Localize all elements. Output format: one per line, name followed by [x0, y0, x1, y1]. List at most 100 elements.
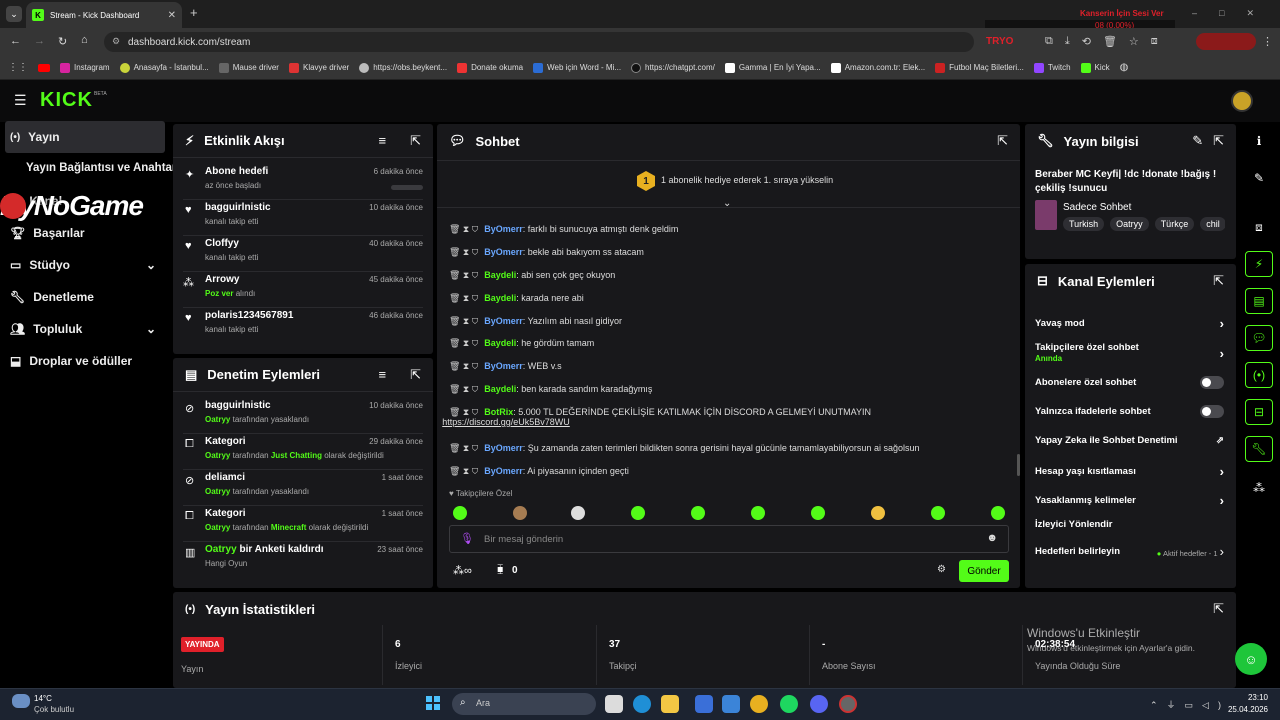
tag[interactable]: Turkish	[1063, 217, 1105, 231]
popout-icon[interactable]: ⇱	[1213, 273, 1224, 289]
toggle-switch[interactable]	[1200, 405, 1224, 418]
chat-message[interactable]: 🗑︎ ⧗ ⛉ Baydeli: karada nere abi	[449, 293, 1008, 304]
chat-message[interactable]: 🗑︎ ⧗ ⛉ Baydeli: ben karada sandım karadağ…	[449, 384, 1008, 395]
browser-tab[interactable]: K Stream - Kick Dashboard ✕	[26, 2, 182, 28]
chat-settings-icon[interactable]: ⚙	[937, 564, 946, 575]
bookmark-item[interactable]: Anasayfa - İstanbul...	[119, 62, 209, 73]
bookmark-item[interactable]: Kick	[1080, 62, 1110, 73]
chat-message[interactable]: 🗑︎ ⧗ ⛉ Baydeli: he gördüm tamam	[449, 338, 1008, 349]
bookmark-item[interactable]: Klavye driver	[288, 62, 349, 73]
emote[interactable]	[631, 506, 645, 520]
emote[interactable]	[871, 506, 885, 520]
chat-message[interactable]: 🗑︎ ⧗ ⛉ ByOmerr: bekle abi bakıyom ss atac…	[449, 247, 1008, 258]
mod-tools-icon[interactable]: 🗑︎ ⧗ ⛉	[449, 316, 478, 327]
mod-tools-icon[interactable]: 🗑︎ ⧗ ⛉	[449, 224, 478, 235]
mod-tools-icon[interactable]: 🗑︎ ⧗ ⛉	[449, 247, 478, 258]
chat-toggle-icon[interactable]: 💬︎	[1245, 325, 1273, 351]
mod-tools-icon[interactable]: 🗑︎ ⧗ ⛉	[449, 270, 478, 281]
translate-icon[interactable]: ⧈	[1151, 35, 1158, 48]
emote[interactable]	[931, 506, 945, 520]
popout-icon[interactable]: ⇱	[410, 133, 421, 149]
chat-username[interactable]: ByOmerr	[484, 316, 523, 326]
emote[interactable]	[571, 506, 585, 520]
apps-icon[interactable]: ⋮⋮	[8, 62, 28, 73]
task-view-icon[interactable]	[605, 695, 623, 713]
sidebar-item-studyo[interactable]: ▭ Stüdyo ⌄	[10, 258, 156, 272]
support-chat-icon[interactable]: ☺	[1235, 643, 1267, 675]
chat-username[interactable]: Baydeli	[484, 270, 516, 280]
points-toggle-icon[interactable]: ⁂	[1245, 475, 1273, 501]
reload-icon[interactable]: ↻	[58, 35, 67, 48]
chat-username[interactable]: BotRix	[484, 407, 513, 417]
setting-emote-only[interactable]: Yalnızca ifadelerle sohbet	[1035, 405, 1224, 418]
site-info-icon[interactable]: ⚙	[112, 36, 120, 47]
mail-icon[interactable]	[722, 695, 740, 713]
mod-tools-icon[interactable]: 🗑︎ ⧗ ⛉	[449, 338, 478, 349]
info-icon[interactable]: ℹ	[1245, 128, 1273, 154]
chat-username[interactable]: ByOmerr	[484, 224, 523, 234]
youtube-bookmark-icon[interactable]	[38, 63, 50, 72]
popout-icon[interactable]: ⇱	[997, 133, 1008, 149]
chat-username[interactable]: ByOmerr	[484, 466, 523, 476]
discord-icon[interactable]	[810, 695, 828, 713]
tag[interactable]: Oatryy	[1110, 217, 1149, 231]
system-tray-icons[interactable]: ⌃⏚▭◁)	[1150, 698, 1230, 711]
chat-username[interactable]: ByOmerr	[484, 443, 523, 453]
home-icon[interactable]: ⌂	[81, 34, 88, 46]
popout-icon[interactable]: ⇱	[1213, 133, 1224, 149]
bookmark-star-icon[interactable]: ☆	[1129, 35, 1139, 48]
close-tab-icon[interactable]: ✕	[168, 10, 176, 21]
channel-actions-toggle-icon[interactable]: ⊟	[1245, 399, 1273, 425]
setting-subscribers-only[interactable]: Abonelere özel sohbet	[1035, 376, 1224, 389]
setting-ai-moderation[interactable]: Yapay Zeka ile Sohbet Denetimi ⇗	[1035, 435, 1224, 446]
mod-tools-icon[interactable]: 🗑︎ ⧗ ⛉	[449, 293, 478, 304]
setting-banned-words[interactable]: Yasaklanmış kelimeler ›	[1035, 493, 1224, 508]
history-icon[interactable]: ⟲	[1082, 35, 1091, 48]
activity-feed-toggle-icon[interactable]: ⚡︎	[1245, 251, 1273, 277]
send-button[interactable]: Gönder	[959, 560, 1009, 582]
bookmark-item[interactable]: Web için Word - Mi...	[533, 62, 621, 73]
back-icon[interactable]: ←	[10, 35, 21, 47]
chat-message[interactable]: 🗑︎ ⧗ ⛉ ByOmerr: Yazılım abi nasıl gidiyor	[449, 316, 1008, 327]
bookmark-item[interactable]: Twitch	[1033, 62, 1071, 73]
browser-menu-icon[interactable]: ⋮	[1262, 35, 1273, 48]
chrome-icon[interactable]	[750, 695, 768, 713]
chat-message[interactable]: 🗑︎ ⧗ ⛉ ByOmerr: Şu zamanda zaten terimler…	[449, 443, 1008, 454]
profile-button[interactable]	[1196, 33, 1256, 50]
bookmark-item[interactable]: Donate okuma	[457, 62, 523, 73]
emote[interactable]	[991, 506, 1005, 520]
kick-logo[interactable]: KICK	[40, 89, 93, 112]
sidebar-item-basarilar[interactable]: 🏆︎ Başarılar	[10, 226, 85, 240]
setting-account-age[interactable]: Hesap yaşı kısıtlaması ›	[1035, 464, 1224, 479]
edit-pencil-icon[interactable]: ✎	[1245, 165, 1273, 191]
mod-tools-icon[interactable]: 🗑︎ ⧗ ⛉	[449, 443, 478, 454]
bookmark-item[interactable]: https://obs.beykent...	[359, 62, 447, 73]
mic-icon[interactable]: 🎙︎	[460, 532, 474, 545]
start-menu-icon[interactable]	[426, 696, 440, 710]
sidebar-item-denetleme[interactable]: 🔧︎ Denetleme	[10, 290, 94, 304]
filter-icon[interactable]: ≡	[379, 133, 387, 148]
mod-tools-icon[interactable]: 🗑︎ ⧗ ⛉	[449, 384, 478, 395]
hamburger-menu-icon[interactable]: ☰	[14, 92, 27, 109]
setting-raid[interactable]: İzleyici Yönlendir	[1035, 519, 1224, 530]
bookmark-item[interactable]: Gamma | En İyi Yapa...	[724, 62, 821, 73]
chat-username[interactable]: ByOmerr	[484, 361, 523, 371]
tab-list-icon[interactable]: ⌄	[6, 6, 22, 22]
store-icon[interactable]	[695, 695, 713, 713]
chat-link[interactable]: https://discord.gg/eUk5Bv78WU	[442, 417, 570, 427]
popout-icon[interactable]: ⇱	[410, 367, 421, 383]
setting-slow-mode[interactable]: Yavaş mod ›	[1035, 316, 1224, 331]
extensions-icon[interactable]: ⧉	[1045, 35, 1053, 48]
tryo-extension-icon[interactable]: TRYO	[986, 36, 1013, 47]
mod-actions-toggle-icon[interactable]: ▤	[1245, 288, 1273, 314]
chat-message[interactable]: 🗑︎ ⧗ ⛉ ByOmerr: farklı bi sunucuya atmışt…	[449, 224, 1008, 235]
sidebar-item-topluluk[interactable]: 👥︎ Topluluk ⌄	[10, 322, 156, 336]
mod-tools-icon[interactable]: 🗑︎ ⧗ ⛉	[449, 466, 478, 477]
spotify-icon[interactable]	[780, 695, 798, 713]
capture-icon[interactable]: ⧈	[1245, 214, 1273, 240]
url-field[interactable]: ⚙ dashboard.kick.com/stream	[104, 32, 974, 52]
sidebar-item-droplar[interactable]: ⬓ Droplar ve ödüller	[10, 354, 132, 368]
bookmark-item[interactable]: https://chatgpt.com/	[631, 62, 715, 73]
bookmark-item[interactable]: Futbol Maç Biletleri...	[935, 62, 1024, 73]
gift-icon[interactable]: ⧯	[497, 564, 503, 575]
